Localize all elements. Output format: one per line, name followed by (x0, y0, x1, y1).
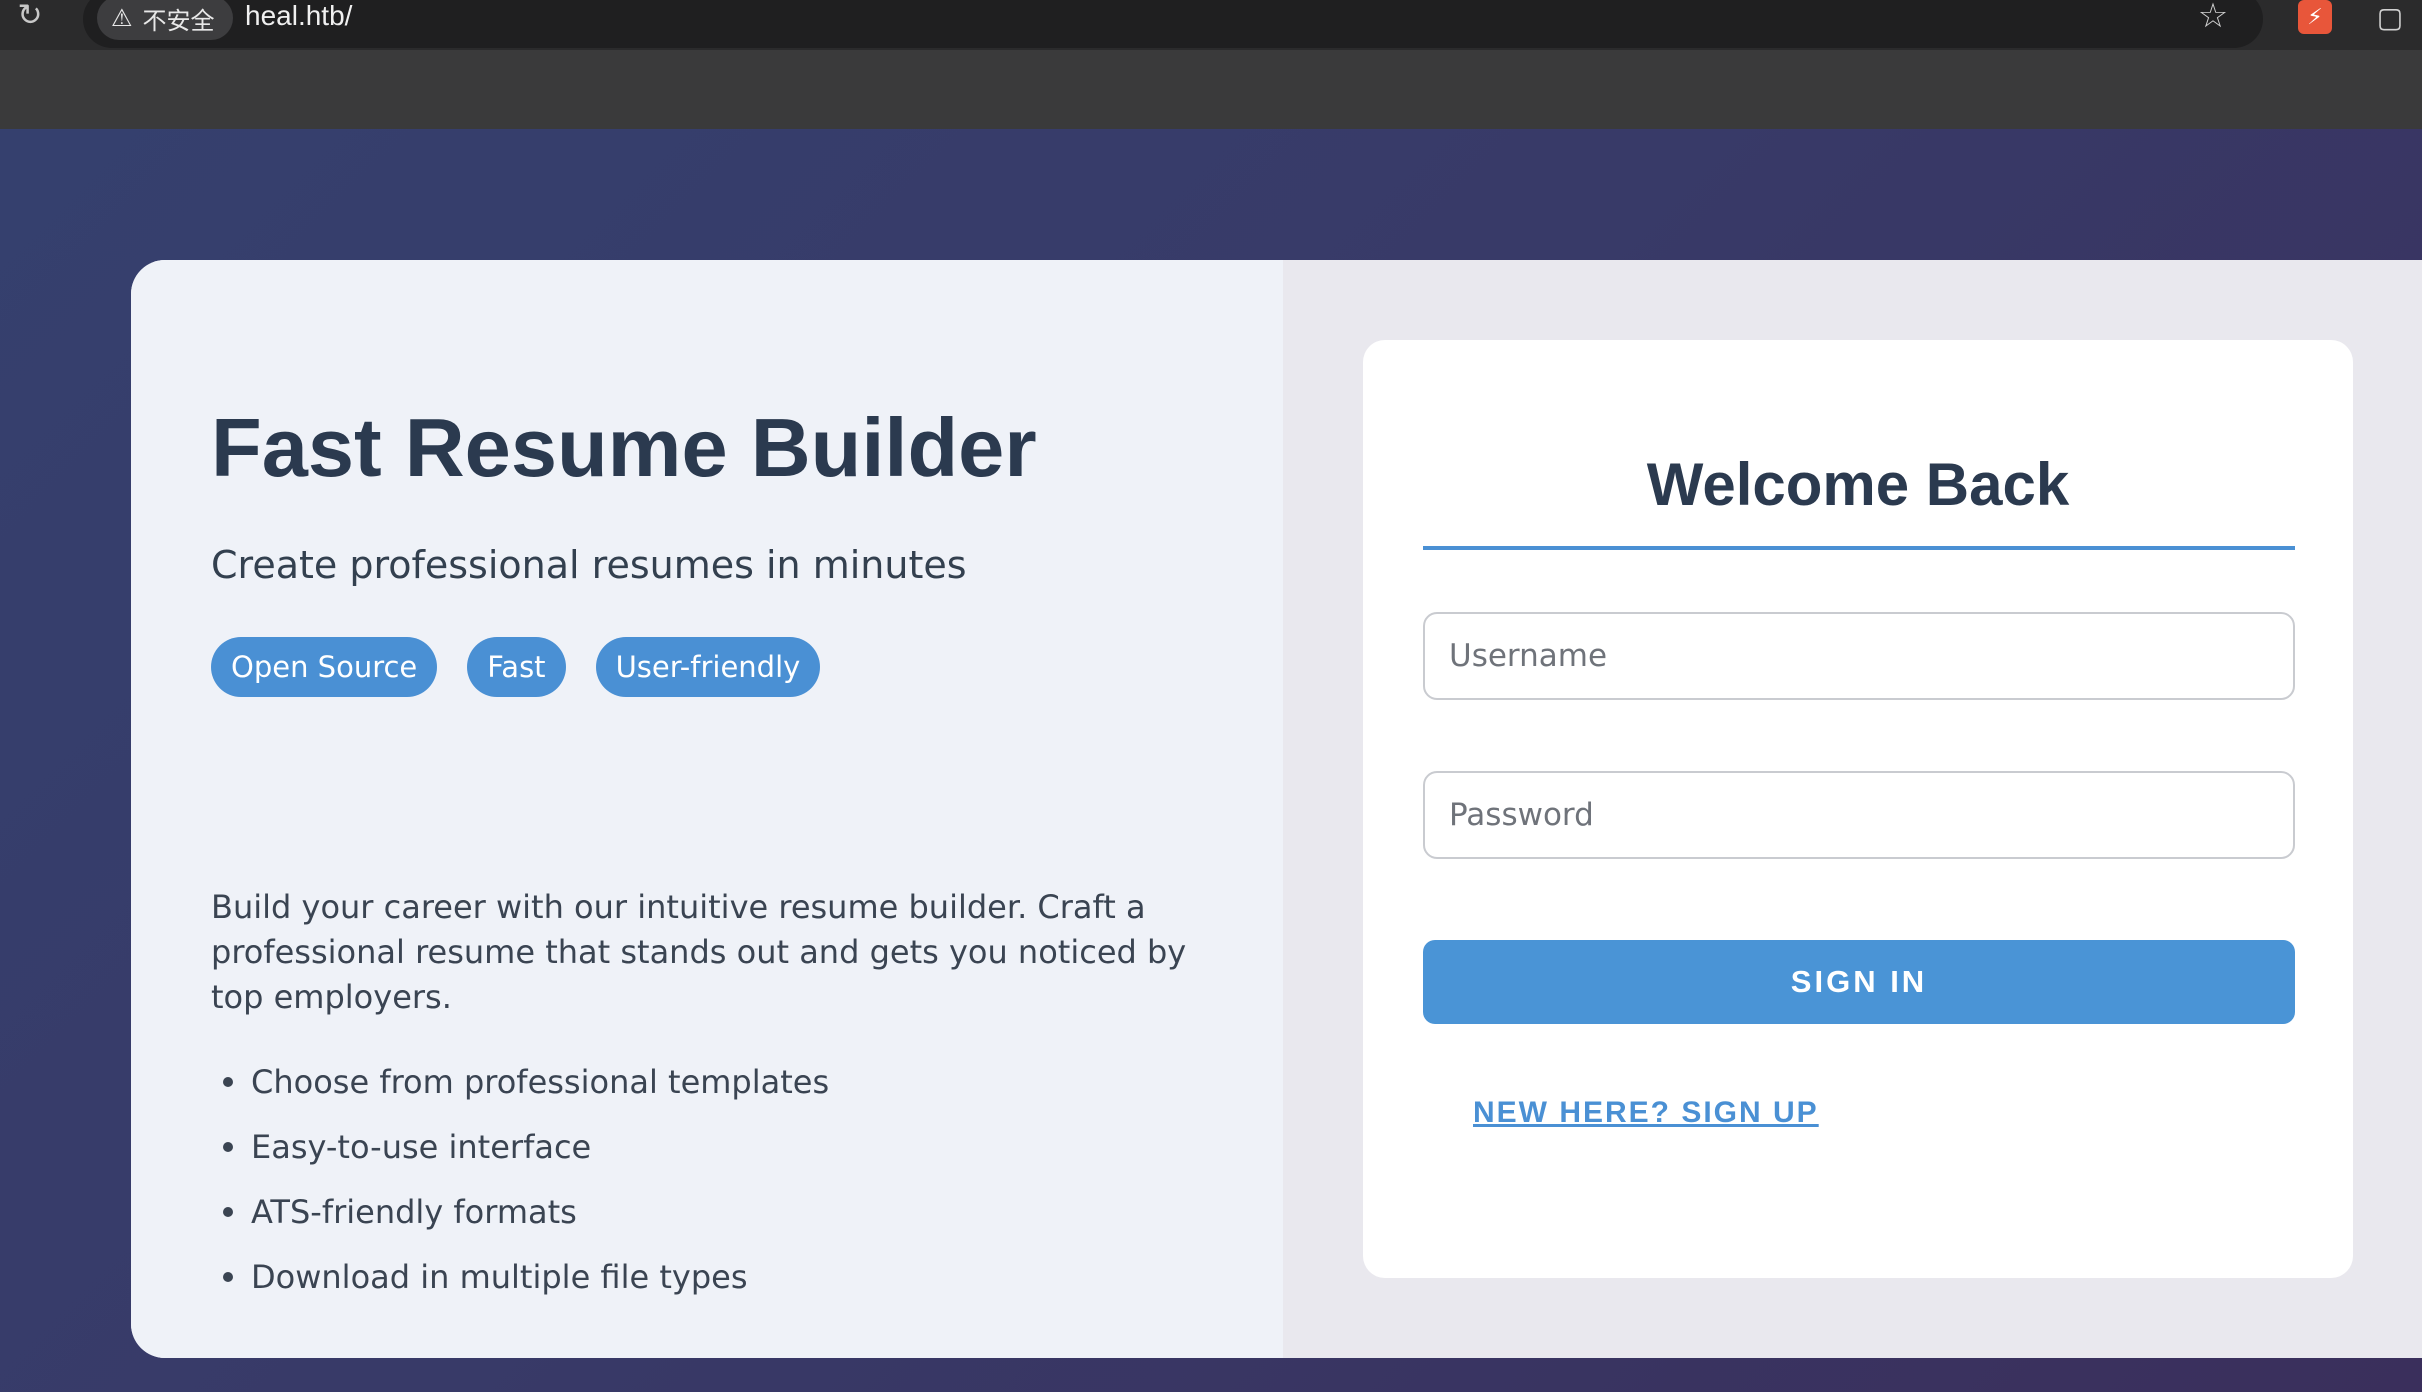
page-title: Fast Resume Builder (211, 401, 1037, 494)
feature-list: Choose from professional templates Easy-… (211, 1049, 829, 1309)
feature-label: Choose from professional templates (251, 1062, 830, 1101)
username-input[interactable] (1423, 612, 2295, 700)
security-indicator[interactable]: ⚠ 不安全 (97, 0, 233, 40)
tag-user-friendly: User-friendly (595, 637, 821, 697)
bullet-icon (223, 1271, 233, 1282)
reload-icon[interactable]: ↻ (14, 0, 46, 32)
hero-description: Build your career with our intuitive res… (211, 888, 1187, 1016)
hero-panel: Fast Resume Builder Create professional … (131, 260, 1283, 1358)
list-item: ATS-friendly formats (211, 1179, 829, 1244)
tab-strip: ↻ ⚠ 不安全 heal.htb/ ☆ ⚡ ▢ (0, 0, 2422, 50)
login-title: Welcome Back (1646, 451, 2070, 518)
tag-list: Open Source Fast User-friendly (211, 637, 821, 697)
bullet-icon (223, 1076, 233, 1087)
star-icon[interactable]: ☆ (2193, 0, 2233, 36)
puzzle-icon[interactable]: ▢ (2372, 0, 2408, 34)
page-subtitle: Create professional resumes in minutes (211, 543, 967, 587)
address-bar[interactable]: ⚠ 不安全 heal.htb/ ☆ (83, 0, 2263, 48)
page-viewport: Fast Resume Builder Create professional … (0, 129, 2422, 1392)
list-item: Download in multiple file types (211, 1244, 829, 1309)
bullet-icon (223, 1141, 233, 1152)
login-form: Welcome Back SIGN IN NEW HERE? SIGN UP (1363, 340, 2353, 1278)
list-item: Easy-to-use interface (211, 1114, 829, 1179)
bullet-icon (223, 1206, 233, 1217)
password-input[interactable] (1423, 771, 2295, 859)
url-text[interactable]: heal.htb/ (245, 0, 352, 38)
title-divider (1423, 546, 2295, 550)
tag-fast: Fast (467, 637, 566, 697)
browser-toolbar: ↻ ⚠ 不安全 heal.htb/ ☆ ⚡ ▢ (0, 0, 2422, 129)
security-label: 不安全 (142, 6, 215, 35)
sign-in-button[interactable]: SIGN IN (1423, 940, 2295, 1024)
tag-open-source: Open Source (211, 637, 438, 697)
extension-icon[interactable]: ⚡ (2298, 0, 2332, 34)
feature-label: ATS-friendly formats (251, 1192, 577, 1231)
warning-icon: ⚠ (111, 4, 133, 32)
main-card: Fast Resume Builder Create professional … (131, 260, 2422, 1358)
feature-label: Download in multiple file types (251, 1257, 748, 1296)
list-item: Choose from professional templates (211, 1049, 829, 1114)
login-panel: Welcome Back SIGN IN NEW HERE? SIGN UP (1283, 260, 2422, 1358)
sign-up-link[interactable]: NEW HERE? SIGN UP (1473, 1096, 1819, 1130)
feature-label: Easy-to-use interface (251, 1127, 592, 1166)
